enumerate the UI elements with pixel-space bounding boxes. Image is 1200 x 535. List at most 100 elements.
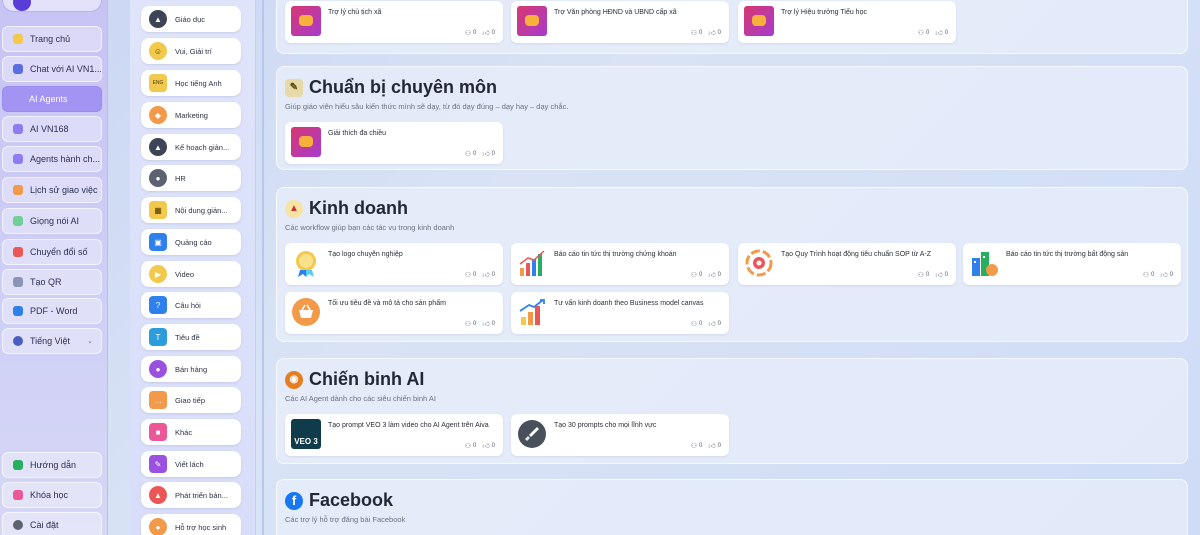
users-icon: ⚇ — [464, 271, 471, 279]
card-title: Trợ lý chủ tịch xã — [328, 9, 382, 16]
nav-item-ai-vn168[interactable]: AI VN168 — [2, 116, 102, 142]
nav-label: Cài đặt — [30, 520, 59, 530]
category-ban-hang[interactable]: ● Bán hàng — [141, 356, 241, 382]
card-stats: ⚇ 0 👍︎ 0 — [465, 441, 495, 451]
users-icon: ⚇ — [690, 442, 697, 450]
nav-item-trang-chu[interactable]: Trang chủ — [2, 26, 102, 52]
card-title: Tạo 30 prompts cho mọi lĩnh vực — [554, 422, 657, 429]
agent-card[interactable]: Báo cáo tin tức thị trường chứng khoán ⚇… — [511, 243, 729, 285]
likes-count: 0 — [717, 320, 721, 327]
agent-card[interactable]: Trợ lý Hiệu trưởng Tiểu học ⚇ 0 👍︎ 0 — [738, 1, 956, 43]
nav-item-khoa-hoc[interactable]: Khóa học — [2, 482, 102, 508]
nav-item-cai-dat[interactable]: Cài đặt — [2, 512, 102, 535]
agent-card[interactable]: Trợ Văn phòng HĐND và UBND cấp xã ⚇ 0 👍︎ 0 — [511, 1, 729, 43]
section-chien-binh-ai: ◉ Chiến binh AI Các AI Agent dành cho cá… — [276, 358, 1188, 464]
category-ke-hoach[interactable]: ▲ Kế hoạch giản... — [141, 134, 241, 160]
nav-label: Trang chủ — [30, 34, 71, 44]
teacher-icon: ✎ — [285, 78, 303, 97]
nav-item-chat[interactable]: Chat với AI VN1... — [2, 56, 102, 82]
language-select[interactable]: Tiếng Việt ⌄ — [2, 328, 102, 354]
ads-icon: ▣ — [149, 233, 167, 251]
chat-icon — [13, 64, 23, 74]
category-marketing[interactable]: ◆ Marketing — [141, 102, 241, 128]
agent-card[interactable]: Tạo logo chuyên nghiệp ⚇ 0 👍︎ 0 — [285, 243, 503, 285]
section-kinh-doanh: ▲ Kinh doanh Các workflow giúp bạn các t… — [276, 187, 1188, 342]
category-phat-trien[interactable]: ▲ Phát triển bản... — [141, 482, 241, 508]
category-viet-lach[interactable]: ✎ Viết lách — [141, 451, 241, 477]
category-giao-tiep[interactable]: … Giao tiếp — [141, 387, 241, 413]
warrior-icon: ◉ — [285, 370, 303, 389]
users-icon: ⚇ — [464, 150, 471, 158]
nav-item-chuyen-doi-so[interactable]: Chuyển đổi số — [2, 239, 102, 265]
agent-avatar — [517, 6, 547, 36]
category-giao-duc[interactable]: ▲ Giáo dục — [141, 6, 241, 32]
nav-item-agents-hanh-chinh[interactable]: Agents hành ch... — [2, 146, 102, 172]
rocket-icon: ▲ — [149, 486, 167, 504]
nav-label: Giọng nói AI — [30, 216, 80, 226]
veo3-label: VEO 3 — [294, 437, 318, 446]
section-title: ◉ Chiến binh AI — [285, 369, 424, 390]
card-stats: ⚇ 0 👍︎ 0 — [464, 270, 495, 280]
agent-card[interactable]: Báo cáo tin tức thị trường bất động sản … — [963, 243, 1181, 285]
smile-icon: ☺ — [149, 42, 167, 60]
logo-icon — [13, 0, 31, 11]
agent-card[interactable]: Tạo Quy Trình hoạt động tiêu chuẩn SOP t… — [738, 243, 956, 285]
users-count: 0 — [472, 442, 477, 449]
nav-item-pdf-word[interactable]: PDF - Word — [2, 298, 102, 324]
graduation-cap-icon: ▲ — [149, 138, 167, 156]
agent-card[interactable]: Tạo 30 prompts cho mọi lĩnh vực ⚇ 0 👍︎ 0 — [511, 414, 729, 456]
category-label: Học tiếng Anh — [175, 78, 222, 88]
category-quang-cao[interactable]: ▣ Quảng cáo — [141, 229, 241, 255]
category-hoc-tieng-anh[interactable]: ENG Học tiếng Anh — [141, 70, 241, 96]
nav-label: Khóa học — [30, 490, 69, 500]
category-khac[interactable]: ■ Khác — [141, 419, 241, 445]
buildings-icon — [969, 248, 999, 278]
card-title: Báo cáo tin tức thị trường bất động sản — [1006, 251, 1129, 258]
category-noi-dung[interactable]: ▦ Nội dung giản... — [141, 197, 241, 223]
category-ho-tro-hoc-sinh[interactable]: ● Hỗ trợ học sinh — [141, 514, 241, 535]
agent-card[interactable]: VEO 3 Tạo prompt VEO 3 làm video cho AI … — [285, 414, 503, 456]
card-title: Trợ lý Hiệu trưởng Tiểu học — [781, 9, 867, 16]
nav-item-tao-qr[interactable]: Tạo QR — [2, 269, 102, 295]
thumbs-up-icon: 👍︎ — [935, 272, 943, 279]
likes-count: 0 — [717, 271, 721, 278]
thumbs-up-icon: 👍︎ — [482, 321, 490, 328]
question-icon: ? — [149, 296, 167, 314]
nav-item-huong-dan[interactable]: Hướng dẫn — [2, 452, 102, 478]
category-tieu-de[interactable]: T Tiêu đề — [141, 324, 241, 350]
rocket-icon — [517, 419, 547, 449]
nav-item-giong-noi[interactable]: Giọng nói AI — [2, 208, 102, 234]
section-title: ▲ Kinh doanh — [285, 198, 408, 219]
nav-item-lich-su[interactable]: Lịch sử giao việc — [2, 177, 102, 203]
category-label: Viết lách — [175, 459, 204, 469]
agent-card[interactable]: Tối ưu tiêu đề và mô tả cho sản phẩm ⚇ 0 👍… — [285, 292, 503, 334]
likes-count: 0 — [1169, 271, 1173, 278]
thumbs-up-icon: 👍︎ — [708, 30, 716, 37]
mic-icon — [13, 216, 23, 226]
section-description: Giúp giáo viên hiểu sâu kiến thức mình s… — [285, 102, 569, 111]
users-count: 0 — [925, 271, 930, 278]
agent-card[interactable]: Tư vấn kinh doanh theo Business model ca… — [511, 292, 729, 334]
category-video[interactable]: ▶ Video — [141, 261, 241, 287]
section-chuan-bi-chuyen-mon: ✎ Chuẩn bị chuyên môn Giúp giáo viên hiể… — [276, 66, 1188, 170]
card-title: Giải thích đa chiều — [328, 130, 386, 137]
thumbs-up-icon: 👍︎ — [482, 30, 490, 37]
card-stats: ⚇ 0 👍︎ 0 — [1143, 270, 1173, 280]
sale-icon: ● — [149, 360, 167, 378]
content-divider — [262, 0, 264, 535]
mail-icon — [752, 15, 766, 26]
users-count: 0 — [1150, 271, 1155, 278]
logo-button[interactable] — [2, 0, 102, 12]
card-title: Trợ Văn phòng HĐND và UBND cấp xã — [554, 9, 677, 16]
agent-card[interactable]: Giải thích đa chiều ⚇ 0 👍︎ 0 — [285, 122, 503, 164]
sparkle-icon — [13, 154, 23, 164]
users-icon: ⚇ — [464, 29, 471, 37]
category-vui-giai-tri[interactable]: ☺ Vui, Giải trí — [141, 38, 241, 64]
nav-item-ai-agents[interactable]: AI Agents — [2, 86, 102, 112]
thumbs-up-icon: 👍︎ — [482, 272, 490, 279]
category-hr[interactable]: ● HR — [141, 165, 241, 191]
agent-card[interactable]: Trợ lý chủ tịch xã ⚇ 0 👍︎ 0 — [285, 1, 503, 43]
category-cau-hoi[interactable]: ? Câu hỏi — [141, 292, 241, 318]
section-title: f Facebook — [285, 490, 393, 511]
gear-cycle-icon — [744, 248, 774, 278]
